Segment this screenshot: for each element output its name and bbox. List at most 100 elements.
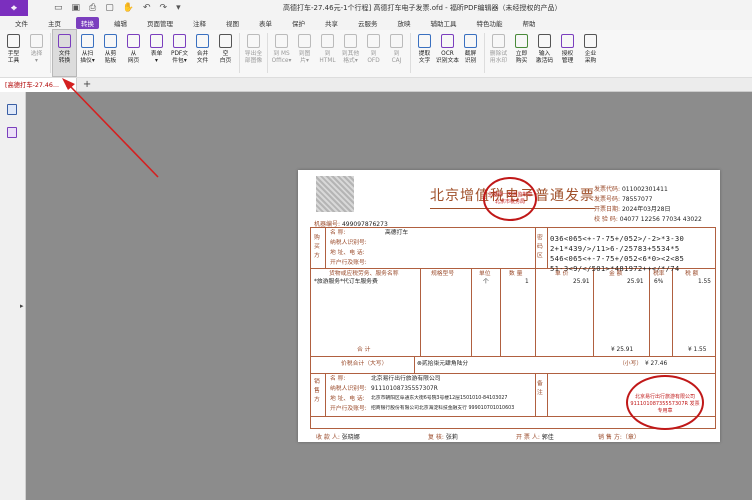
ribbon-label-line2: ▾ (35, 58, 38, 64)
sum-label: 价税合计（大写） (341, 361, 388, 367)
ribbon-label-line2: HTML (319, 58, 336, 64)
document-tab[interactable]: [高德打车-27.46... × (0, 77, 77, 92)
remove-watermark-button[interactable]: 删除试 用水印 (487, 30, 510, 76)
new-tab-button[interactable]: + (83, 79, 91, 90)
customize-icon[interactable]: ▾ (176, 3, 181, 13)
ribbon-label-line2: 文件 (196, 58, 209, 64)
ribbon-label-line1: 从剪 (104, 51, 117, 57)
ribbon-label-line2: 转换 (58, 58, 71, 64)
menu-tab[interactable]: 放映 (393, 17, 416, 29)
menu-tab[interactable]: 云服务 (353, 17, 383, 29)
ribbon-separator (50, 33, 51, 73)
menu-tab[interactable]: 表单 (254, 17, 277, 29)
new-icon[interactable]: ▢ (105, 3, 114, 13)
screenshot-ocr-button[interactable]: 截屏 识别 (459, 30, 482, 76)
license-manager-button[interactable]: 授权 管理 (556, 30, 579, 76)
qr-code (316, 176, 354, 212)
file-convert-button[interactable]: 文件 转换 (52, 29, 77, 77)
merge-files-button[interactable]: 合并 文件 (191, 30, 214, 76)
blank-page-button[interactable]: 空白页 (214, 30, 237, 76)
remark-label: 备注 (537, 381, 543, 396)
select-button[interactable]: 选择 ▾ (25, 30, 48, 76)
to-office-button[interactable]: 到 MS Office▾ (270, 30, 293, 76)
seller-addr-label: 地 址、电 话: (330, 396, 365, 402)
menu-tab[interactable]: 主页 (43, 17, 66, 29)
blank-page-icon (219, 34, 232, 48)
to-ofd-button[interactable]: 到 OFD (362, 30, 385, 76)
total-label: 合 计 (357, 347, 371, 353)
ribbon-separator (239, 33, 240, 73)
buyer-addr-label: 地 址、电 话: (330, 250, 365, 256)
menu-tab[interactable]: 辅助工具 (426, 17, 462, 29)
undo-icon[interactable]: ↶ (143, 3, 151, 13)
ribbon-label-line2: 网页 (127, 58, 140, 64)
menu-tab[interactable]: 保护 (287, 17, 310, 29)
payee-label: 收 款 人: (316, 434, 340, 441)
app-logo-icon[interactable]: ⌖ (0, 0, 28, 16)
clipboard-button[interactable]: 从剪 贴板 (99, 30, 122, 76)
reviewer-label: 复 核: (428, 434, 444, 441)
extract-text-button[interactable]: 提取 文字 (413, 30, 436, 76)
webpage-icon (127, 34, 140, 48)
menu-tab[interactable]: 页面管理 (142, 17, 178, 29)
ribbon-label-line1: OCR (441, 51, 454, 57)
ribbon-label-line1: 文件 (58, 51, 71, 57)
menu-tab[interactable]: 视图 (221, 17, 244, 29)
enterprise-purchase-button[interactable]: 企业 采购 (579, 30, 602, 76)
ribbon-separator (410, 33, 411, 73)
to-html-button[interactable]: 到 HTML (316, 30, 339, 76)
activation-code-button[interactable]: 输入 激活码 (533, 30, 556, 76)
pages-panel-icon[interactable] (7, 127, 17, 138)
hand-tool-button[interactable]: 手型 工具 (2, 30, 25, 76)
menu-tab[interactable]: 编辑 (109, 17, 132, 29)
menu-tab[interactable]: 共享 (320, 17, 343, 29)
ribbon-separator (484, 33, 485, 73)
webpage-button[interactable]: 从网页 (122, 30, 145, 76)
item-price: 25.91 (573, 279, 590, 285)
hand-icon[interactable]: ✋ (123, 3, 134, 13)
sum-small: ¥ 27.46 (645, 361, 668, 367)
scanner-button[interactable]: 从扫 描仪▾ (76, 30, 99, 76)
menu-tab[interactable]: 特色功能 (472, 17, 508, 29)
ribbon-label-line2: ▾ (155, 58, 158, 64)
ribbon-label-line2: 描仪▾ (80, 58, 95, 64)
save-icon[interactable]: ▣ (72, 3, 81, 13)
tax-bureau-stamp: 全国统一发票监制章 北京市税务局 (483, 177, 537, 221)
reviewer: 复 核: 张莉 (428, 432, 458, 441)
pdf-package-button[interactable]: PDF文 件包▾ (168, 30, 191, 76)
invoice-page: 北京增值税电子普通发票 全国统一发票监制章 北京市税务局 发票代码: 01100… (298, 170, 720, 442)
redo-icon[interactable]: ↷ (160, 3, 168, 13)
ribbon-label-line1: 到 MS (273, 51, 290, 57)
buy-now-button[interactable]: 立即 购买 (510, 30, 533, 76)
form-button[interactable]: 表单 ▾ (145, 30, 168, 76)
menu-tab[interactable]: 文件 (10, 17, 33, 29)
header-rate: 税率 (653, 271, 665, 277)
seller-signature: 销 售 方:（章） (598, 434, 640, 441)
header-spec: 规格型号 (431, 271, 455, 277)
export-images-button[interactable]: 导出全 部图像 (242, 30, 265, 76)
export-images-icon (247, 34, 260, 48)
to-other-format-button[interactable]: 到其他 格式▾ (339, 30, 362, 76)
to-caj-icon (390, 34, 403, 48)
layers-panel-icon[interactable] (7, 104, 17, 115)
seller-side-label: 销售方 (314, 379, 320, 403)
menu-tab[interactable]: 注释 (188, 17, 211, 29)
to-caj-button[interactable]: 到 CAJ (385, 30, 408, 76)
ribbon-label-line2: 工具 (7, 58, 20, 64)
to-office-icon (275, 34, 288, 48)
ocr-button[interactable]: OCR 识别文本 (436, 30, 459, 76)
to-image-button[interactable]: 到图 片▾ (293, 30, 316, 76)
buy-now-icon (515, 34, 528, 48)
print-icon[interactable]: ⎙ (89, 3, 96, 13)
open-icon[interactable]: ▭ (54, 3, 63, 13)
buyer-tax-label: 纳税人识别号: (330, 240, 367, 246)
expand-sidebar-icon[interactable]: ▸ (20, 302, 24, 310)
menu-tab[interactable]: 帮助 (518, 17, 541, 29)
ribbon-label-line1: 到图 (298, 51, 311, 57)
to-image-icon (298, 34, 311, 48)
close-tab-icon[interactable]: × (65, 81, 71, 89)
menu-tab[interactable]: 转换 (76, 17, 99, 29)
password-area-label: 密码区 (537, 235, 543, 259)
header-price: 单 价 (555, 271, 569, 277)
seller-tax: 91110108735557307R (371, 386, 438, 392)
